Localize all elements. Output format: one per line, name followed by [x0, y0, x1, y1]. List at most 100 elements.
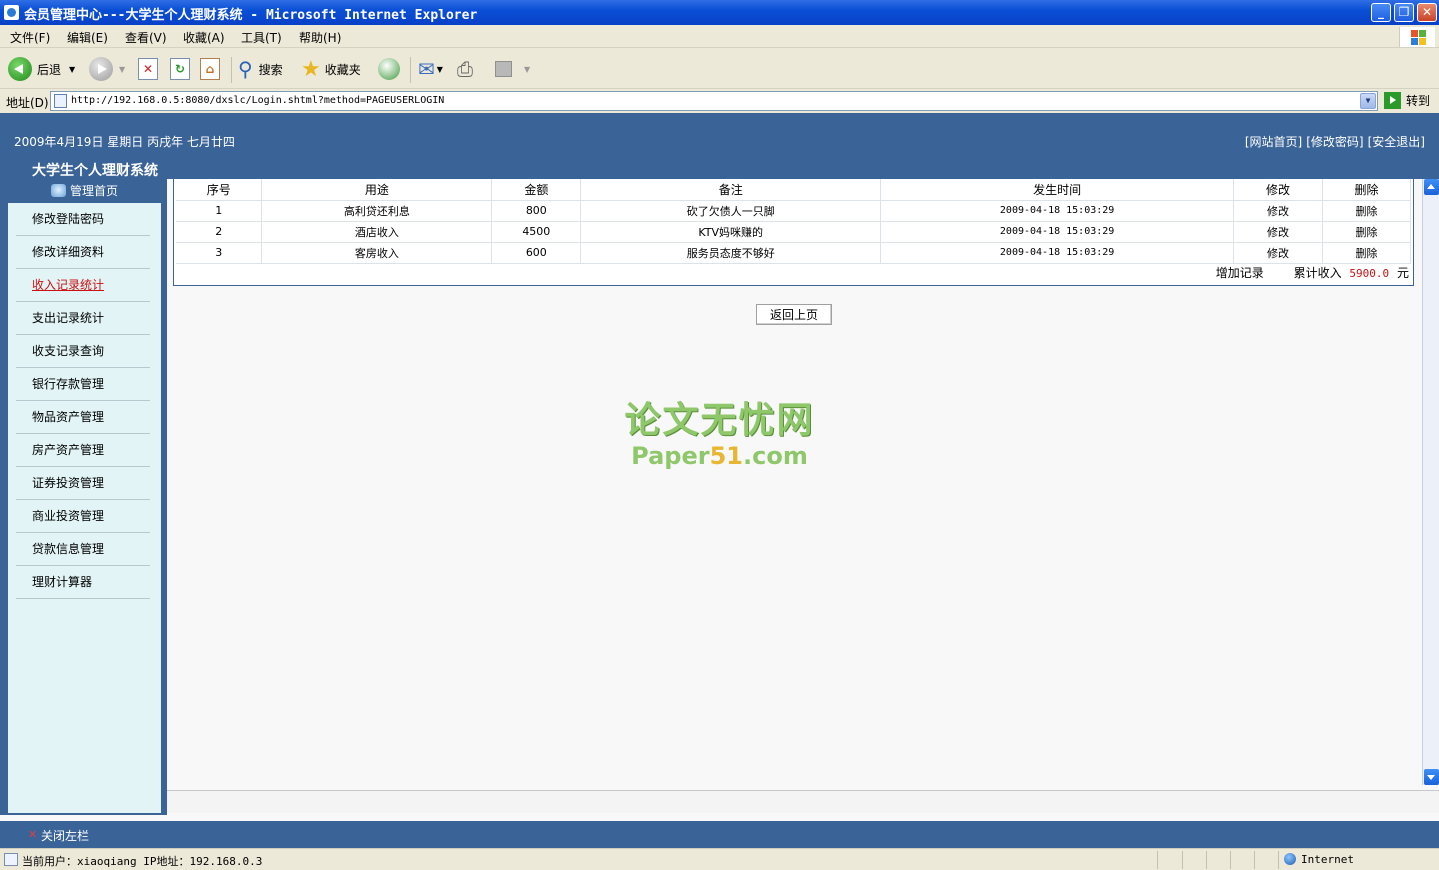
delete-link[interactable]: 删除 [1322, 200, 1412, 222]
menu-help[interactable]: 帮助(H) [299, 29, 341, 46]
go-button[interactable]: 转到 [1384, 92, 1430, 109]
sidebar-item-expense-stats[interactable]: 支出记录统计 [16, 302, 150, 335]
horizontal-scrollbar[interactable] [167, 790, 1439, 813]
page-icon [4, 853, 18, 866]
col-header-purpose: 用途 [261, 179, 493, 201]
sidebar-item-income-stats[interactable]: 收入记录统计 [16, 269, 150, 302]
vertical-scrollbar[interactable] [1422, 179, 1439, 785]
stop-button[interactable]: ✕ [138, 55, 158, 83]
favorites-label: 收藏夹 [324, 62, 361, 77]
menu-view[interactable]: 查看(V) [125, 29, 167, 46]
close-icon: ✕ [28, 828, 38, 841]
col-header-delete: 删除 [1322, 179, 1412, 201]
back-button[interactable]: 后退 ▼ [8, 55, 75, 83]
page-footer: ✕ 关闭左栏 [0, 821, 1439, 848]
sidebar-item-label: 修改登陆密码 [32, 212, 105, 226]
cell-time: 2009-04-18 15:03:29 [880, 242, 1235, 264]
site-header: 2009年4月19日 星期日 丙戌年 七月廿四 [网站首页] [修改密码] [安全退… [0, 113, 1439, 179]
edit-link[interactable]: 修改 [1233, 200, 1323, 222]
mail-button[interactable]: ✉ ▼ [418, 55, 443, 83]
table-summary: 增加记录 累计收入 5900.0 元 [1216, 264, 1409, 281]
edit-button[interactable]: ▼ [495, 55, 530, 83]
cell-time: 2009-04-18 15:03:29 [880, 200, 1235, 222]
change-password-link[interactable]: [修改密码] [1306, 135, 1363, 149]
cell-amount: 4500 [491, 221, 582, 243]
print-button[interactable]: ⎙ [457, 55, 473, 83]
site-home-link[interactable]: [网站首页] [1245, 135, 1302, 149]
cell-index: 1 [176, 200, 263, 222]
history-icon [378, 58, 400, 80]
sidebar-item-business-investment[interactable]: 商业投资管理 [16, 500, 150, 533]
cell-index: 2 [176, 221, 263, 243]
refresh-button[interactable]: ↻ [170, 55, 190, 83]
sidebar-item-calculator[interactable]: 理财计算器 [16, 566, 150, 599]
sidebar-item-goods-assets[interactable]: 物品资产管理 [16, 401, 150, 434]
favorites-button[interactable]: ★ 收藏夹 [301, 55, 361, 83]
chevron-down-icon[interactable]: ▼ [1360, 93, 1376, 109]
cell-note: KTV妈咪赚的 [580, 221, 882, 243]
printer-icon: ⎙ [457, 57, 473, 81]
sidebar-item-securities[interactable]: 证券投资管理 [16, 467, 150, 500]
back-page-button[interactable]: 返回上页 [756, 304, 832, 325]
cell-index: 3 [176, 242, 263, 264]
stop-icon: ✕ [138, 58, 158, 80]
edit-link[interactable]: 修改 [1233, 221, 1323, 243]
close-sidebar-link[interactable]: 关闭左栏 [41, 827, 89, 844]
sidebar-item-record-search[interactable]: 收支记录查询 [16, 335, 150, 368]
cell-time: 2009-04-18 15:03:29 [880, 221, 1235, 243]
ie-page-icon [4, 5, 19, 20]
go-arrow-icon [1384, 92, 1401, 109]
col-header-edit: 修改 [1233, 179, 1323, 201]
watermark-en-num: 51 [709, 442, 743, 470]
address-input[interactable]: http://192.168.0.5:8080/dxslc/Login.shtm… [50, 91, 1378, 111]
windows-logo-icon [1399, 27, 1435, 47]
status-divider [1278, 851, 1279, 869]
home-button[interactable]: ⌂ [200, 55, 220, 83]
zone-label: Internet [1301, 853, 1354, 866]
cell-purpose: 客房收入 [261, 242, 493, 264]
delete-link[interactable]: 删除 [1322, 242, 1412, 264]
watermark-logo: 论文无忧网 Paper51.com [612, 400, 827, 474]
sidebar-title[interactable]: 管理首页 [8, 180, 161, 203]
edit-link[interactable]: 修改 [1233, 242, 1323, 264]
window-title-bar: 会员管理中心---大学生个人理财系统 - Microsoft Internet … [0, 0, 1439, 25]
back-label: 后退 [37, 62, 62, 77]
watermark-en-suffix: .com [743, 442, 808, 470]
menu-file[interactable]: 文件(F) [10, 29, 50, 46]
add-record-link[interactable]: 增加记录 [1216, 266, 1264, 280]
cell-purpose: 高利贷还利息 [261, 200, 493, 222]
total-income-unit: 元 [1396, 266, 1409, 280]
sidebar-item-label: 银行存款管理 [32, 377, 105, 391]
col-header-time: 发生时间 [880, 179, 1235, 201]
menu-tools[interactable]: 工具(T) [241, 29, 282, 46]
col-header-note: 备注 [580, 179, 882, 201]
table-row: 2 酒店收入 4500 KTV妈咪赚的 2009-04-18 15:03:29 … [176, 221, 1412, 243]
menu-favorites[interactable]: 收藏(A) [183, 29, 225, 46]
sidebar-item-bank-deposit[interactable]: 银行存款管理 [16, 368, 150, 401]
sidebar-item-property-assets[interactable]: 房产资产管理 [16, 434, 150, 467]
sidebar-item-edit-profile[interactable]: 修改详细资料 [16, 236, 150, 269]
forward-button[interactable]: ▼ [89, 55, 125, 83]
sidebar-item-label: 收支记录查询 [32, 344, 105, 358]
income-table: 序号 用途 金额 备注 发生时间 修改 删除 1 高利贷还利息 800 砍了欠债 [176, 179, 1412, 264]
sidebar-title-label: 管理首页 [69, 184, 118, 198]
sidebar-item-change-password[interactable]: 修改登陆密码 [16, 203, 150, 236]
menu-edit[interactable]: 编辑(E) [67, 29, 108, 46]
watermark-en: Paper51.com [612, 442, 827, 470]
search-button[interactable]: ⚲ 搜索 [238, 55, 283, 83]
edit-icon [495, 61, 512, 77]
close-button[interactable]: ✕ [1417, 3, 1437, 22]
sidebar-item-loans[interactable]: 贷款信息管理 [16, 533, 150, 566]
globe-icon [1284, 853, 1296, 865]
logout-link[interactable]: [安全退出] [1368, 135, 1425, 149]
restore-button[interactable]: ❐ [1394, 3, 1414, 22]
scroll-down-arrow-icon[interactable] [1424, 769, 1439, 785]
history-button[interactable] [378, 55, 400, 83]
total-income-label: 累计收入 [1293, 266, 1342, 280]
status-divider [1157, 851, 1158, 869]
income-records-panel: 序号 用途 金额 备注 发生时间 修改 删除 1 高利贷还利息 800 砍了欠债 [173, 179, 1414, 286]
forward-arrow-icon [89, 57, 113, 81]
delete-link[interactable]: 删除 [1322, 221, 1412, 243]
scroll-up-arrow-icon[interactable] [1424, 179, 1439, 195]
minimize-button[interactable]: _ [1371, 3, 1391, 22]
